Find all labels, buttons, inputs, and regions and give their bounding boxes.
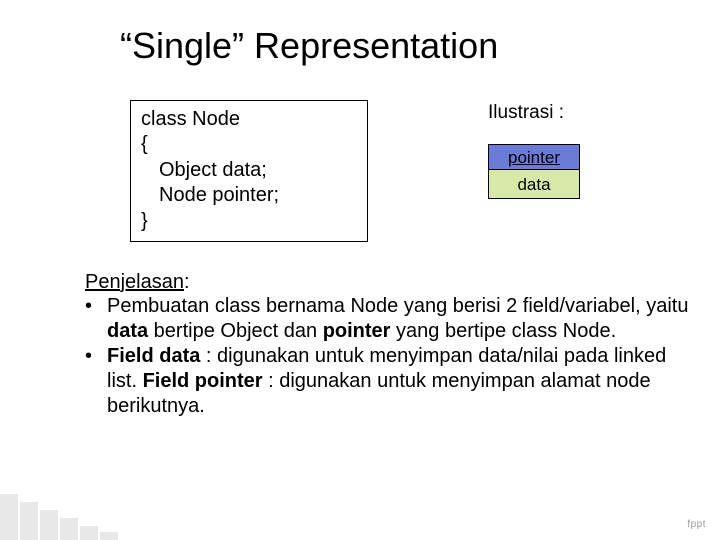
deco-bar [60,518,78,540]
explanation-colon: : [184,271,190,293]
bullet-icon: • [85,294,107,344]
deco-bar [40,510,58,540]
deco-bar [80,526,98,540]
explanation-heading-line: Penjelasan: [85,270,690,295]
text-bold: pointer [323,320,391,342]
node-diagram: pointer data [488,144,580,200]
code-line: Object data; [141,158,355,184]
deco-bar [20,502,38,540]
node-pointer-cell: pointer [489,145,579,170]
illustration-label: Ilustrasi : [488,102,580,124]
bullet-icon: • [85,344,107,418]
text-span: bertipe Object dan [148,320,323,342]
code-line: } [141,209,355,235]
text-span: yang bertipe class Node. [390,320,616,342]
explanation-block: Penjelasan: • Pembuatan class bernama No… [85,270,690,419]
illustration-column: Ilustrasi : pointer data [488,102,580,200]
code-line: { [141,132,355,158]
explanation-heading: Penjelasan [85,271,184,293]
text-bold: data [107,320,148,342]
content-row: class Node { Object data; Node pointer; … [130,100,690,242]
code-line: class Node [141,107,355,133]
deco-bar [100,532,118,540]
text-span: Pembuatan class bernama Node yang berisi… [107,295,688,317]
bullet-text: Field data : digunakan untuk menyimpan d… [107,344,690,418]
bullet-item: • Field data : digunakan untuk menyimpan… [85,344,690,418]
node-data-cell: data [489,170,579,198]
text-bold: Field data [107,345,200,367]
bullet-text: Pembuatan class bernama Node yang berisi… [107,294,690,344]
bullet-item: • Pembuatan class bernama Node yang beri… [85,294,690,344]
footer-logo: fppt [687,519,706,530]
code-block: class Node { Object data; Node pointer; … [130,100,368,242]
footer-decoration [0,490,130,540]
code-line: Node pointer; [141,183,355,209]
text-bold: Field pointer [143,370,263,392]
deco-bar [0,494,18,540]
slide: “Single” Representation class Node { Obj… [0,0,720,540]
page-title: “Single” Representation [120,26,690,66]
